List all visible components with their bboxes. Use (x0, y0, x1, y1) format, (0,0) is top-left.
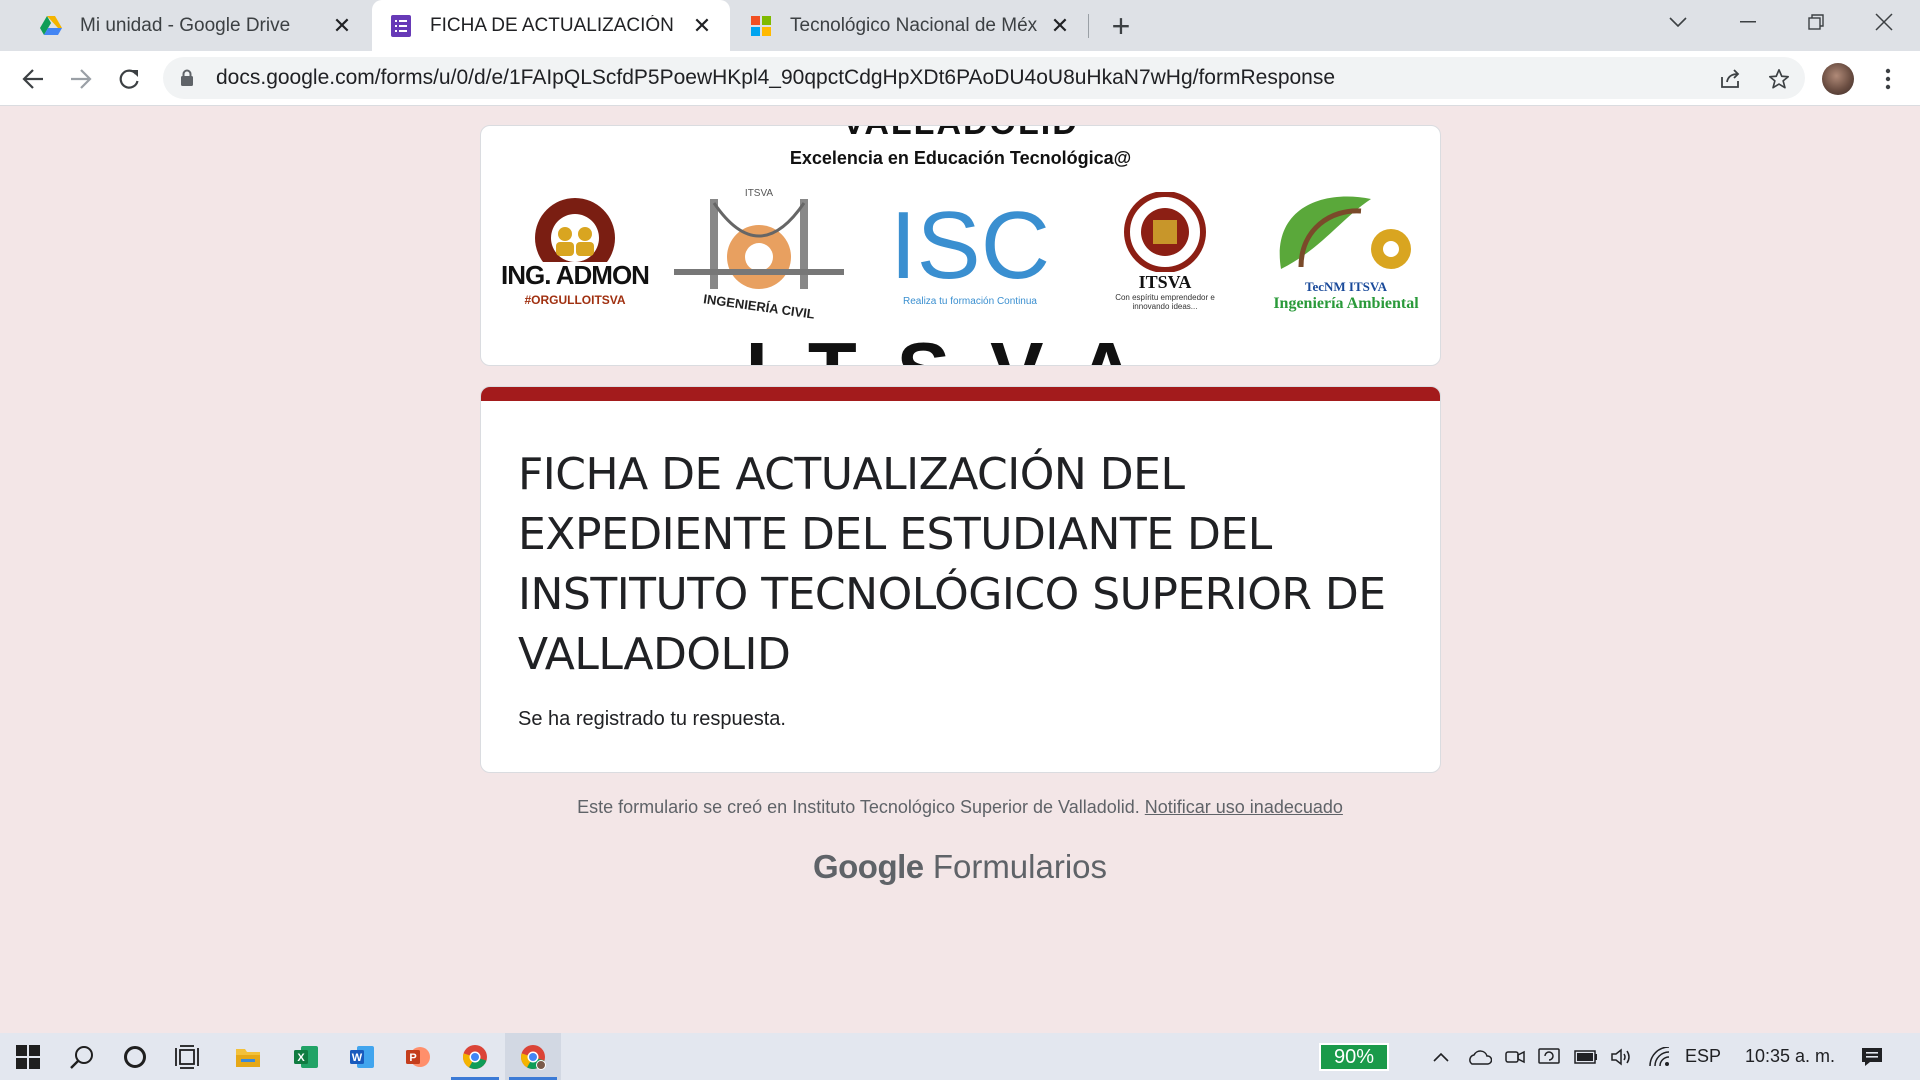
google-drive-icon (40, 15, 62, 37)
windows-taskbar: X W P 90% ESP 10:35 a. m. (0, 1033, 1920, 1080)
tab-title: FICHA DE ACTUALIZACIÓN DEL E (430, 14, 680, 36)
close-icon[interactable]: ✕ (328, 12, 356, 40)
ingenieria-ambiental-logo-name: TecNM ITSVA (1305, 279, 1387, 294)
ingenieria-civil-logo-name: ITSVA (744, 188, 774, 199)
cortana-icon[interactable] (107, 1033, 163, 1080)
header-subtitle: Excelencia en Educación Tecnológica@ (789, 148, 1132, 168)
isc-logo-name: ISC (889, 191, 1051, 299)
google-forms-icon (390, 14, 412, 37)
close-window-icon[interactable] (1854, 0, 1914, 44)
close-icon[interactable]: ✕ (688, 12, 716, 40)
windows-start-icon[interactable] (0, 1033, 56, 1080)
itsva-industrial-logo-name: ITSVA (1138, 271, 1192, 292)
file-explorer-icon[interactable] (220, 1033, 276, 1080)
ing-admon-logo-caption: #ORGULLOITSVA (524, 292, 626, 307)
microsoft-icon (750, 15, 772, 37)
restore-icon[interactable] (1786, 0, 1846, 44)
tab-form[interactable]: FICHA DE ACTUALIZACIÓN DEL E ✕ (372, 0, 730, 51)
form-footer: Este formulario se creó en Instituto Tec… (0, 797, 1920, 818)
url-text[interactable]: docs.google.com/forms/u/0/d/e/1FAIpQLScf… (216, 66, 1335, 90)
header-top-text: VALLADOLID (481, 126, 1440, 143)
chrome-icon[interactable] (447, 1033, 503, 1080)
form-title: FICHA DE ACTUALIZACIÓN DEL EXPEDIENTE DE… (518, 449, 1386, 680)
lock-icon[interactable] (180, 68, 196, 88)
tab-title: Tecnológico Nacional de México (790, 14, 1038, 36)
report-abuse-link[interactable]: Notificar uso inadecuado (1145, 797, 1343, 817)
ingenieria-civil-logo: ITSVA INGENIERÍA CIVIL (669, 181, 849, 322)
profile-avatar[interactable] (1822, 63, 1854, 95)
task-view-icon[interactable] (160, 1033, 216, 1080)
form-header-image: VALLADOLID Excelencia en Educación Tecno… (480, 125, 1441, 366)
address-bar[interactable]: docs.google.com/forms/u/0/d/e/1FAIpQLScf… (163, 57, 1805, 99)
show-hidden-icons-icon[interactable] (1426, 1033, 1456, 1080)
search-icon[interactable] (54, 1033, 110, 1080)
accent-bar (481, 387, 1440, 401)
header-bottom-text: ITSVA (481, 325, 1440, 365)
battery-percent-widget[interactable]: 90% (1319, 1043, 1389, 1071)
forms-wordmark: Formularios (932, 848, 1108, 885)
tab-search-icon[interactable] (1648, 0, 1708, 44)
word-icon[interactable]: W (334, 1033, 390, 1080)
ingenieria-ambiental-logo: TecNM ITSVA Ingeniería Ambiental (1255, 181, 1437, 321)
browser-toolbar: docs.google.com/forms/u/0/d/e/1FAIpQLScf… (0, 51, 1920, 106)
menu-icon[interactable] (1868, 59, 1908, 99)
ing-admon-logo: ING. ADMON #ORGULLOITSVA (497, 181, 653, 321)
confirmation-message: Se ha registrado tu respuesta. (518, 708, 786, 730)
google-wordmark: Google (812, 848, 924, 885)
battery-icon[interactable] (1570, 1033, 1602, 1080)
reload-icon[interactable] (109, 59, 149, 99)
ingenieria-ambiental-logo-caption: Ingeniería Ambiental (1273, 295, 1419, 312)
svg-text:P: P (409, 1052, 416, 1064)
isc-logo-caption: Realiza tu formación Continua (903, 295, 1037, 307)
powerpoint-icon[interactable]: P (390, 1033, 446, 1080)
tab-strip: Mi unidad - Google Drive ✕ FICHA DE ACTU… (0, 0, 1920, 51)
volume-icon[interactable] (1606, 1033, 1636, 1080)
itsva-industrial-logo: ITSVA Con espíritu emprendedor e innovan… (1095, 181, 1235, 321)
itsva-industrial-logo-caption: Con espíritu emprendedor e innovando ide… (1115, 292, 1215, 311)
input-language[interactable]: ESP (1680, 1033, 1726, 1080)
footer-created-text: Este formulario se creó en Instituto Tec… (577, 797, 1140, 817)
tab-google-drive[interactable]: Mi unidad - Google Drive ✕ (10, 0, 370, 51)
google-forms-logo[interactable]: Google Formularios (0, 848, 1920, 886)
excel-icon[interactable]: X (278, 1033, 334, 1080)
forward-icon[interactable] (61, 59, 101, 99)
svg-text:X: X (297, 1052, 305, 1064)
notifications-icon[interactable] (1852, 1033, 1892, 1080)
svg-text:W: W (352, 1052, 363, 1064)
minimize-icon[interactable] (1718, 0, 1778, 44)
isc-logo: ISC Realiza tu formación Continua (865, 181, 1075, 321)
new-tab-button[interactable]: + (1105, 8, 1137, 44)
meet-now-icon[interactable] (1500, 1033, 1530, 1080)
clock[interactable]: 10:35 a. m. (1736, 1033, 1844, 1080)
chrome-profile-icon[interactable] (505, 1033, 561, 1080)
wifi-icon[interactable] (1644, 1033, 1674, 1080)
share-icon[interactable] (1711, 59, 1751, 99)
tab-title: Mi unidad - Google Drive (80, 14, 291, 36)
back-icon[interactable] (13, 59, 53, 99)
form-confirmation-card: FICHA DE ACTUALIZACIÓN DEL EXPEDIENTE DE… (480, 386, 1441, 773)
close-icon[interactable]: ✕ (1046, 12, 1074, 40)
tab-separator (1088, 14, 1089, 38)
onedrive-icon[interactable] (1462, 1033, 1496, 1080)
update-icon[interactable] (1534, 1033, 1564, 1080)
bookmark-star-icon[interactable] (1759, 59, 1799, 99)
tab-tecnm[interactable]: Tecnológico Nacional de México ✕ (732, 0, 1088, 51)
ing-admon-logo-name: ING. ADMON (501, 259, 650, 290)
